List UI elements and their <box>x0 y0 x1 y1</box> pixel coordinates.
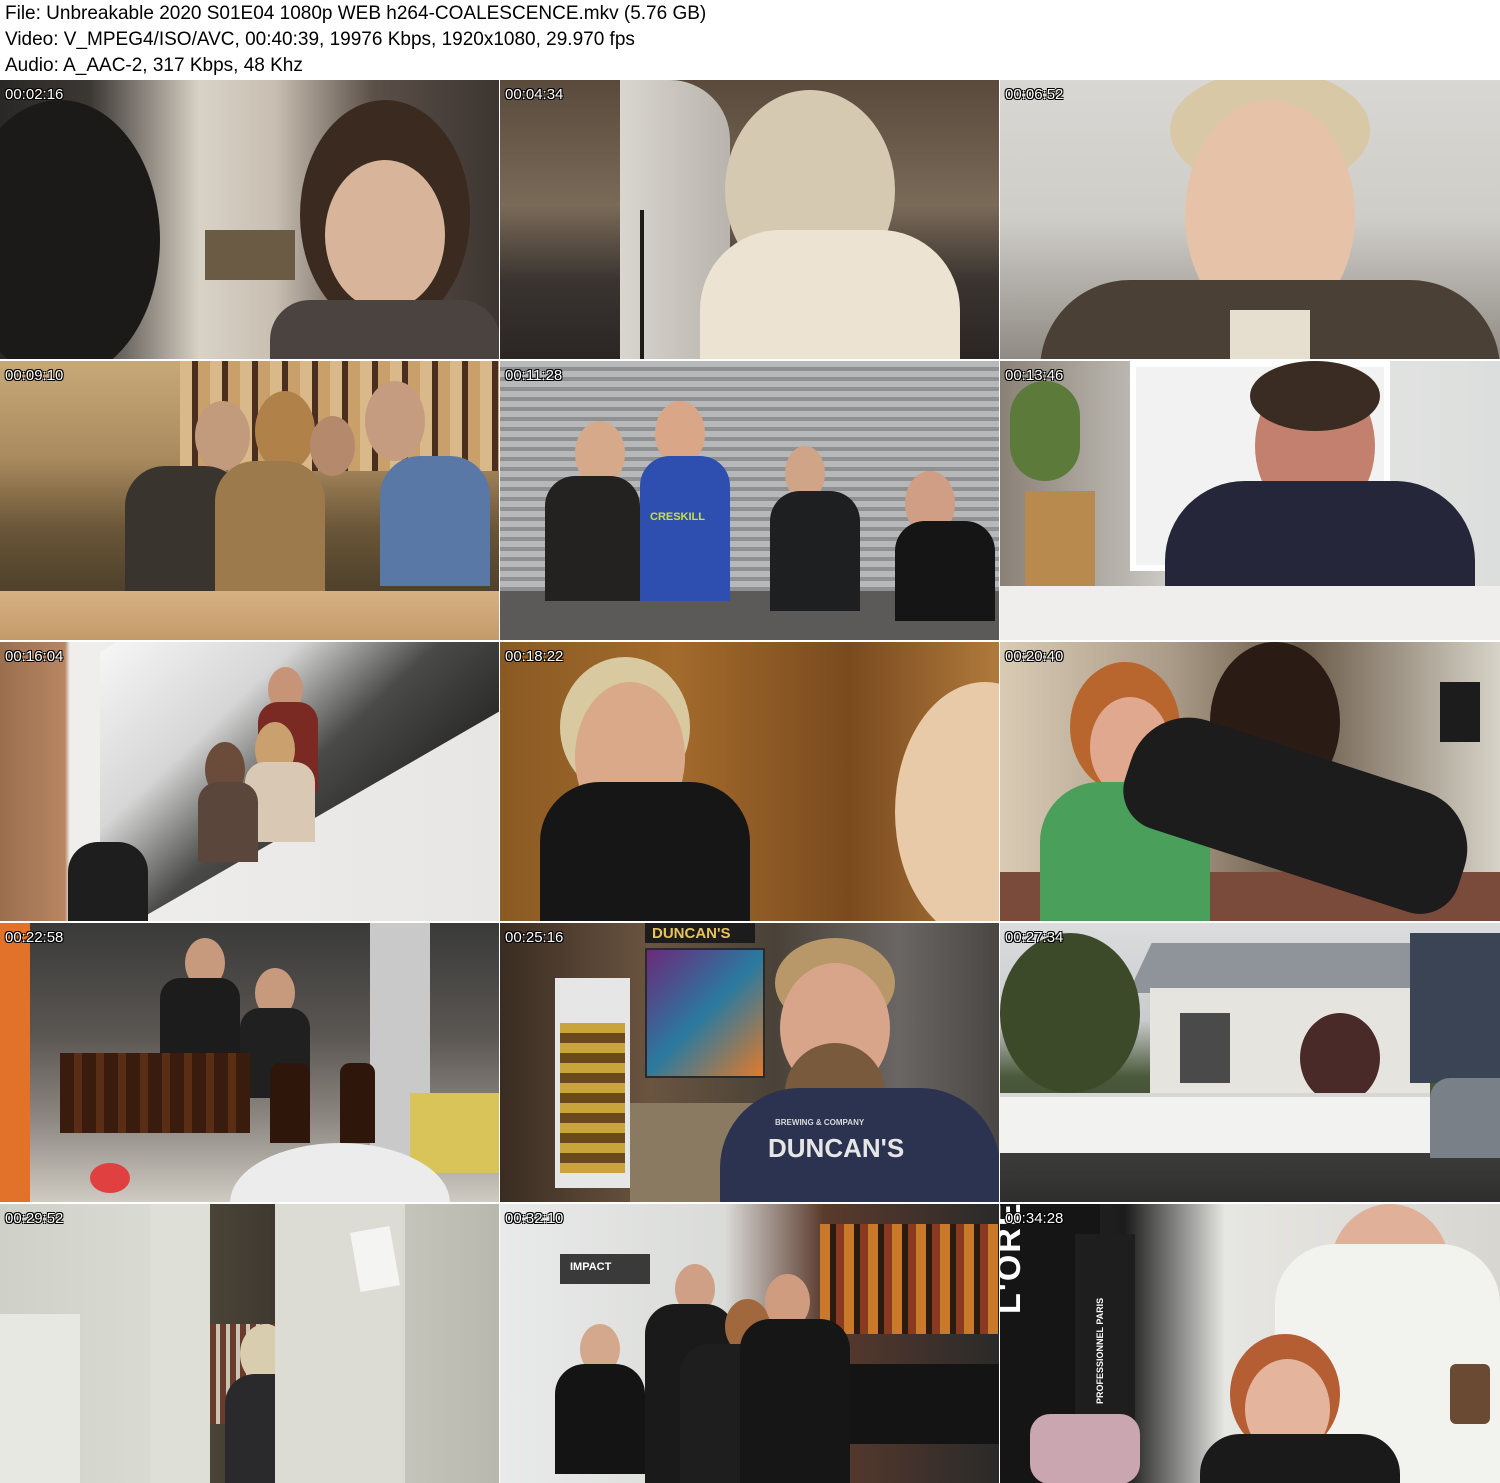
timestamp: 00:34:28 <box>1005 1210 1064 1227</box>
shirt-small-text: BREWING & COMPANY <box>775 1118 865 1127</box>
video-info: Video: V_MPEG4/ISO/AVC, 00:40:39, 19976 … <box>5 29 635 50</box>
thumbnail-7: 00:16:04 <box>0 642 499 921</box>
thumbnail-2: 00:04:34 <box>500 80 999 359</box>
thumbnail-4: 00:09:10 <box>0 361 499 640</box>
thumbnail-10: 00:22:58 <box>0 923 499 1202</box>
timestamp: 00:22:58 <box>5 929 64 946</box>
timestamp: 00:09:10 <box>5 367 64 384</box>
timestamp: 00:29:52 <box>5 1210 64 1227</box>
thumbnail-5: CRESKILL 00:11:28 <box>500 361 999 640</box>
thumbnail-12: 00:27:34 <box>1000 923 1500 1202</box>
info-header: File: Unbreakable 2020 S01E04 1080p WEB … <box>0 0 1500 80</box>
timestamp: 00:13:46 <box>1005 367 1064 384</box>
hoodie-text: CRESKILL <box>650 511 705 523</box>
timestamp: 00:18:22 <box>505 648 564 665</box>
banner-sub-text: PROFESSIONNEL PARIS <box>1095 1297 1105 1404</box>
thumbnail-14: IMPACT 00:32:10 <box>500 1204 999 1483</box>
thumbnail-15: L'ORÉAL PROFESSIONNEL PARIS 00:34:28 <box>1000 1204 1500 1483</box>
timestamp: 00:27:34 <box>1005 929 1064 946</box>
thumbnail-8: 00:18:22 <box>500 642 999 921</box>
timestamp: 00:20:40 <box>1005 648 1064 665</box>
thumbnail-6: 00:13:46 <box>1000 361 1500 640</box>
thumbnail-13: 00:29:52 <box>0 1204 499 1483</box>
thumbnail-grid: 00:02:16 00:04:34 00:06:52 00:09:10 CRES… <box>0 80 1500 1483</box>
thumbnail-11: DUNCAN'S BREWING & COMPANY DUNCAN'S 00:2… <box>500 923 999 1202</box>
sign-text: IMPACT <box>570 1261 612 1273</box>
thumbnail-3: 00:06:52 <box>1000 80 1500 359</box>
timestamp: 00:06:52 <box>1005 86 1064 103</box>
thumbnail-1: 00:02:16 <box>0 80 499 359</box>
timestamp: 00:04:34 <box>505 86 564 103</box>
timestamp: 00:16:04 <box>5 648 64 665</box>
file-info: File: Unbreakable 2020 S01E04 1080p WEB … <box>5 3 707 24</box>
timestamp: 00:25:16 <box>505 929 564 946</box>
thumbnail-9: 00:20:40 <box>1000 642 1500 921</box>
timestamp: 00:02:16 <box>5 86 64 103</box>
audio-info: Audio: A_AAC-2, 317 Kbps, 48 Khz <box>5 55 303 76</box>
timestamp: 00:32:10 <box>505 1210 564 1227</box>
timestamp: 00:11:28 <box>505 367 563 384</box>
shirt-text: DUNCAN'S <box>768 1133 905 1163</box>
sign-text: DUNCAN'S <box>652 925 731 942</box>
